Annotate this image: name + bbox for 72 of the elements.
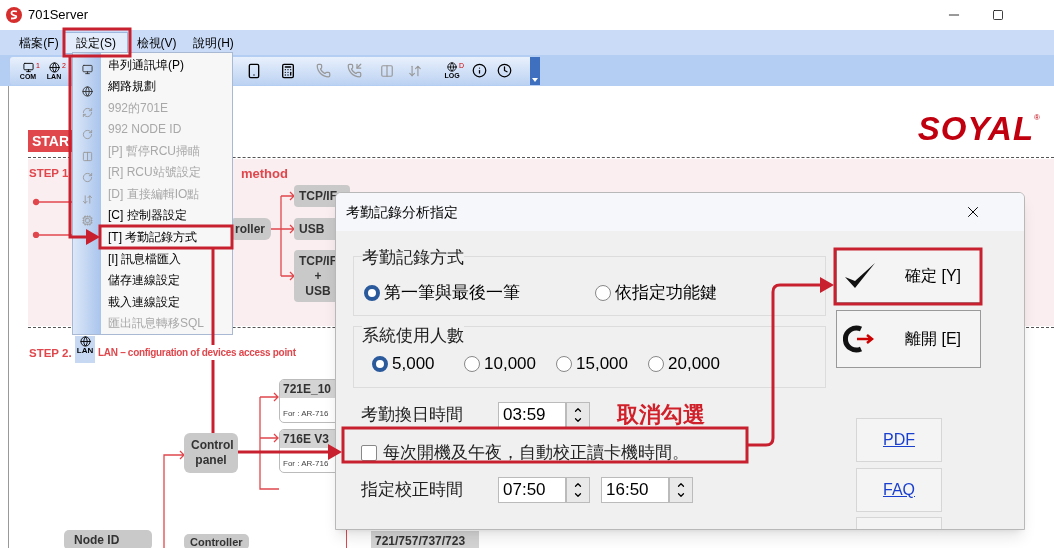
step-title: STEP 2. xyxy=(29,346,72,361)
radio-button[interactable] xyxy=(556,356,572,372)
confirm-button[interactable]: 確定 [Y] xyxy=(836,248,981,303)
device-name: 721/757/737/723 xyxy=(371,531,479,548)
menu-item[interactable]: 串列通訊埠(P) xyxy=(101,54,204,76)
menu-item[interactable]: 檢視(V) xyxy=(128,31,185,54)
device-note: For : AR-716 xyxy=(282,458,330,470)
device-node: Node ID xyxy=(64,530,152,548)
step-title: STEP 1 xyxy=(29,166,69,181)
time-field[interactable]: 16:50 xyxy=(601,477,669,503)
radio-label: 5,000 xyxy=(392,353,435,376)
menu-item[interactable]: [T] 考勤記錄方式 xyxy=(101,226,204,248)
monitor-icon xyxy=(22,61,34,73)
columns-icon xyxy=(81,150,93,162)
link-button[interactable]: FAQ xyxy=(856,468,942,512)
checkbox[interactable] xyxy=(361,445,377,461)
menu-item[interactable]: 說明(H) xyxy=(185,31,242,54)
annotation-box xyxy=(62,27,132,58)
checkbox-label: 每次開機及午夜，自動校正讀卡機時間。 xyxy=(383,442,689,465)
radio-label: 第一筆與最後一筆 xyxy=(384,282,520,305)
radio-label: 10,000 xyxy=(484,353,536,376)
menu-item[interactable]: 網路規劃 xyxy=(101,75,204,98)
radio-button[interactable] xyxy=(464,356,480,372)
step-title: method xyxy=(241,165,288,183)
menu-item[interactable]: 檔案(F) xyxy=(14,31,64,54)
time-field[interactable]: 07:50 xyxy=(498,477,566,503)
globe-icon xyxy=(447,62,457,72)
menu-item[interactable]: 儲存連線設定 xyxy=(101,269,204,291)
app-logo-icon xyxy=(6,7,22,23)
field-label: 考勤換日時間 xyxy=(361,403,464,426)
info-icon[interactable] xyxy=(472,63,487,78)
stepper-control[interactable] xyxy=(566,477,590,503)
step-title: LAN – configuration of devices access point xyxy=(98,345,296,360)
exit-button[interactable]: 離開 [E] xyxy=(836,310,981,368)
keypad-icon[interactable] xyxy=(280,62,296,79)
radio-button[interactable] xyxy=(364,285,380,301)
radio-label: 20,000 xyxy=(668,353,720,376)
stepper-control[interactable] xyxy=(669,477,693,503)
clock-icon[interactable] xyxy=(497,63,512,78)
refresh-icon xyxy=(81,107,93,119)
stepper-control[interactable] xyxy=(566,401,590,428)
lan-icon: LAN xyxy=(75,336,95,363)
annotation-note: 取消勾選 xyxy=(617,401,705,429)
node-label: USB xyxy=(304,283,332,299)
time-field[interactable]: 03:59 xyxy=(498,401,566,428)
link-button[interactable]: PDF xyxy=(856,418,942,462)
toolbar-overflow-button[interactable] xyxy=(530,56,540,85)
device-note: For : AR-716 xyxy=(282,408,330,420)
radio-label: 15,000 xyxy=(576,353,628,376)
node-label: + xyxy=(313,268,323,284)
rotate-icon xyxy=(81,172,93,184)
node-label: TCP/IF xyxy=(299,253,337,269)
window-title: 701Server xyxy=(28,6,88,25)
radio-button[interactable] xyxy=(372,356,388,372)
globe-icon xyxy=(81,85,93,97)
trademark-mark: ® xyxy=(1034,112,1040,122)
brand-logo: SOYAL xyxy=(917,112,1035,145)
menu-item[interactable]: [C] 控制器設定 xyxy=(101,204,204,227)
device-node: Control panel xyxy=(184,433,238,473)
menu-item[interactable]: [I] 訊息檔匯入 xyxy=(101,247,204,270)
maximize-icon[interactable] xyxy=(992,9,1004,21)
device-node: Controller xyxy=(184,534,249,548)
radio-button[interactable] xyxy=(594,285,611,301)
field-label: 指定校正時間 xyxy=(361,479,464,502)
monitor-icon xyxy=(81,64,93,76)
rotate-icon xyxy=(81,129,93,141)
menu-item[interactable]: 載入連線設定 xyxy=(101,290,204,313)
arrows-icon xyxy=(81,193,93,205)
menu-item[interactable]: 設定(S) xyxy=(64,31,128,54)
globe-icon xyxy=(48,61,60,73)
radio-label: 依指定功能鍵 xyxy=(614,282,717,305)
radio-button[interactable] xyxy=(648,356,664,372)
